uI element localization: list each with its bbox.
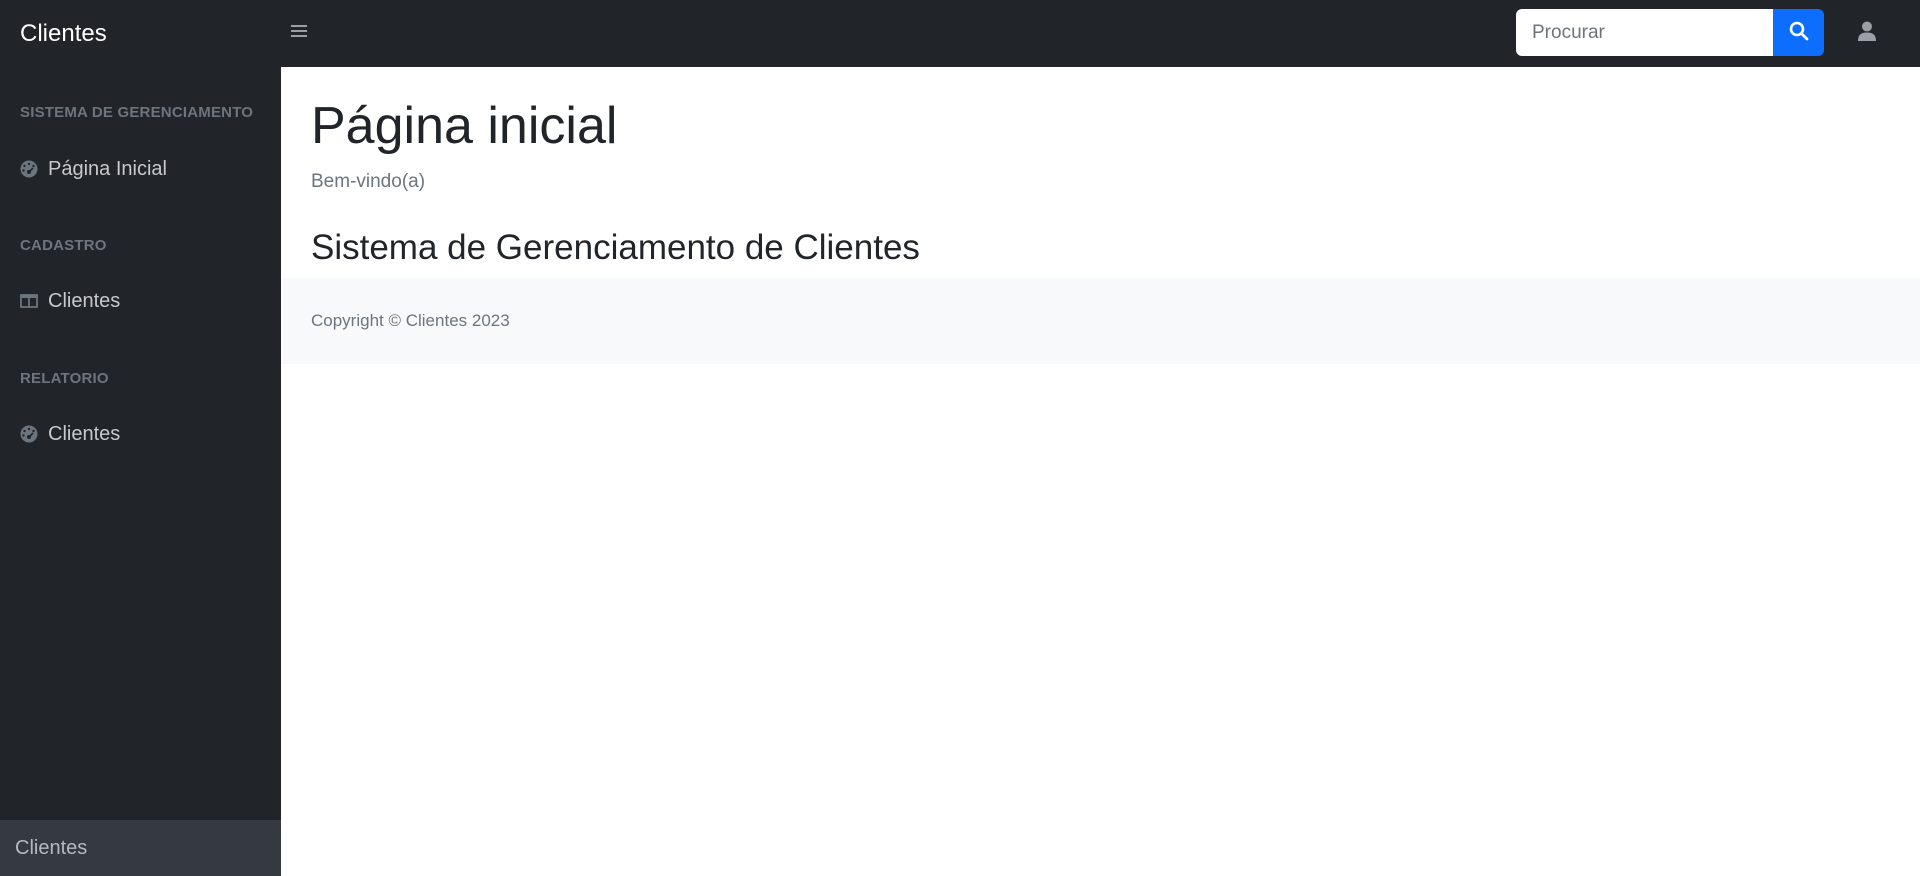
sidebar-toggle-button[interactable] xyxy=(284,21,314,45)
sidebar-item-label: Página Inicial xyxy=(48,157,167,180)
sidebar-heading-cadastro: CADASTRO xyxy=(20,237,107,254)
sidebar: SISTEMA DE GERENCIAMENTO Página Inicial … xyxy=(0,67,281,876)
sidebar-item-pagina-inicial[interactable]: Página Inicial xyxy=(20,155,167,183)
search-icon xyxy=(1789,21,1809,44)
page-title: Página inicial xyxy=(311,97,618,155)
sidebar-item-relatorio-clientes[interactable]: Clientes xyxy=(20,420,120,448)
sidebar-footer: Clientes xyxy=(0,820,281,876)
sidebar-heading-relatorio: RELATORIO xyxy=(20,370,109,387)
page-footer: Copyright © Clientes 2023 xyxy=(281,278,1920,364)
user-icon xyxy=(1858,21,1876,46)
search-input[interactable] xyxy=(1516,9,1773,56)
tachometer-icon xyxy=(20,425,38,443)
sidebar-heading-gerenciamento: SISTEMA DE GERENCIAMENTO xyxy=(20,104,254,121)
navbar-brand[interactable]: Clientes xyxy=(20,0,107,67)
tachometer-icon xyxy=(20,160,38,178)
sidebar-item-label: Clientes xyxy=(48,289,121,312)
user-menu-button[interactable] xyxy=(1850,18,1884,48)
menu-icon xyxy=(291,24,307,43)
search-form xyxy=(1516,9,1824,56)
main-content: Página inicial Bem-vindo(a) Sistema de G… xyxy=(281,67,1920,876)
top-navbar: Clientes xyxy=(0,0,1920,67)
columns-icon xyxy=(20,292,38,310)
welcome-text: Bem-vindo(a) xyxy=(311,171,426,192)
search-button[interactable] xyxy=(1773,9,1824,56)
section-title: Sistema de Gerenciamento de Clientes xyxy=(311,228,920,267)
copyright-text: Copyright © Clientes 2023 xyxy=(311,311,510,330)
sidebar-item-label: Clientes xyxy=(48,422,121,445)
sidebar-item-cadastro-clientes[interactable]: Clientes xyxy=(20,287,120,315)
